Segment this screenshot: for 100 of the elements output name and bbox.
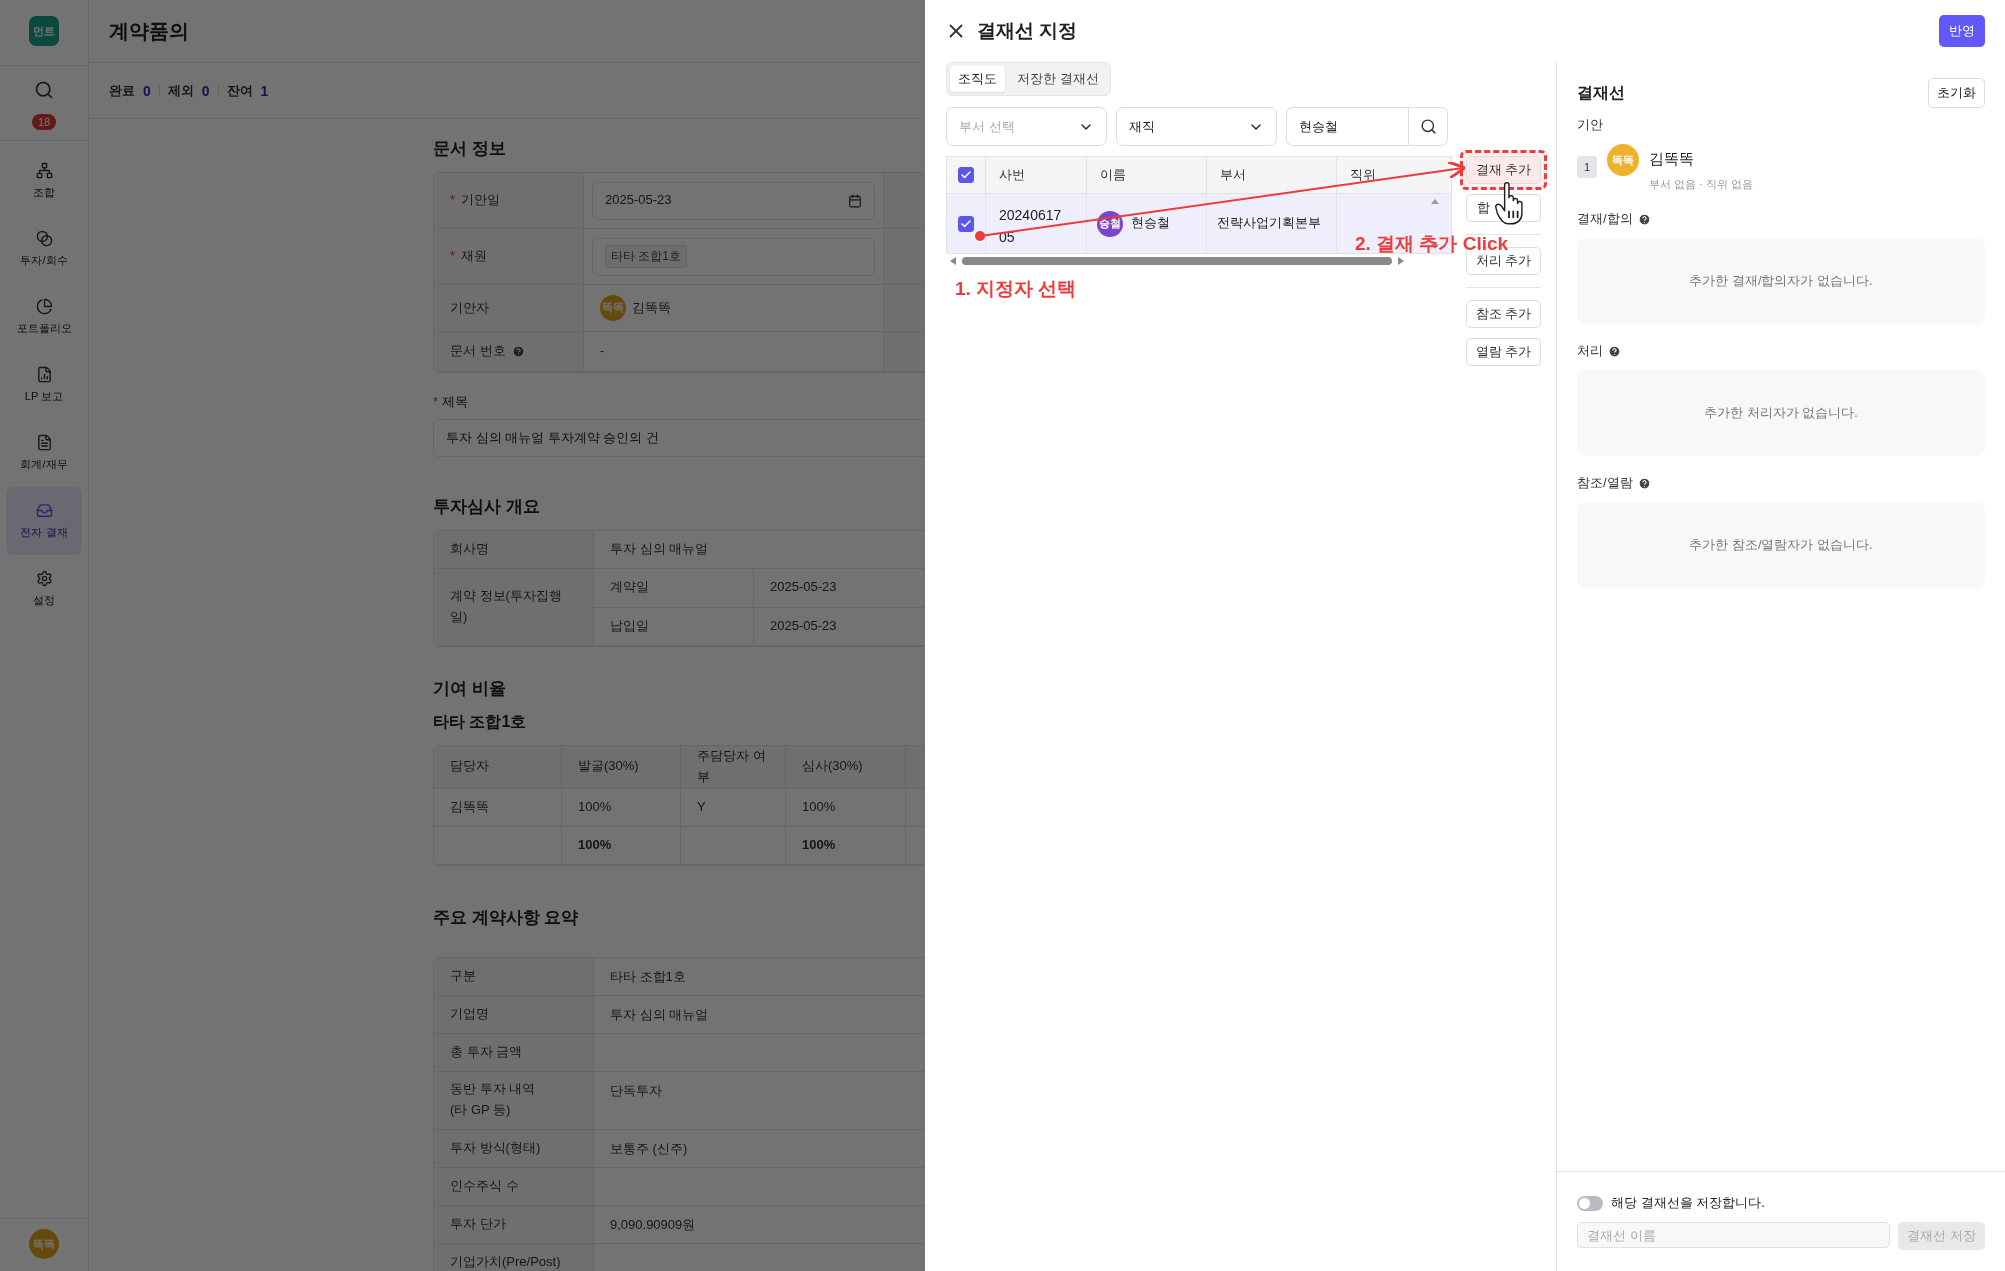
page-title: 계약품의 [109, 18, 189, 44]
apply-button[interactable]: 반영 [1939, 15, 1985, 47]
help-icon [1608, 344, 1621, 358]
summary-label: 제외 [167, 81, 194, 100]
person-name: 현승철 [1131, 215, 1170, 232]
fund-title: 타타 조합1호 [433, 712, 528, 732]
logo: 먼트 [29, 16, 59, 46]
nav-item[interactable]: 회계/재무 [6, 419, 82, 487]
field-label: 계약일 [594, 569, 754, 608]
person-name: 김똑똑 [632, 298, 671, 317]
check-icon [960, 217, 972, 230]
search-icon [1419, 118, 1437, 135]
summary-label: 완료 [109, 81, 135, 100]
search-button[interactable] [1408, 107, 1448, 146]
add-button[interactable]: 열람 추가 [1466, 338, 1541, 366]
field-label: 동반 투자 내역 (타 GP 등) [434, 1071, 594, 1130]
field-label: 투자 방식(형태) [434, 1129, 594, 1168]
toggle-switch[interactable] [1577, 1195, 1603, 1211]
section-label: 처리 [1577, 342, 1603, 360]
section-label: 결재/합의 [1577, 210, 1633, 228]
summary-count: 0 [143, 82, 151, 99]
section-label: 기안 [1577, 116, 1603, 134]
toggle-label: 해당 결재선을 저장합니다. [1611, 1194, 1765, 1212]
order-badge: 1 [1577, 156, 1597, 178]
department-select[interactable]: 부서 선택 [946, 107, 1107, 146]
summary-count: 1 [260, 82, 269, 99]
field-label: 투자 단가 [434, 1205, 594, 1244]
inbox-icon [35, 502, 53, 519]
drawer-title: 결재선 지정 [977, 19, 1079, 43]
label-text: 기안일 [461, 191, 501, 210]
column-header: 발굴(30%) [562, 746, 681, 789]
help-icon [511, 345, 525, 358]
checkbox[interactable] [958, 167, 974, 183]
table-cell: 100% [786, 826, 906, 865]
nav-label: 회계/재무 [20, 457, 68, 472]
table-cell: 김똑똑 [434, 788, 562, 827]
section-label: 참조/열람 [1577, 474, 1633, 492]
column-header: 주담당자 여부 [681, 746, 786, 789]
panel-title: 결재선 [1577, 82, 1625, 103]
field-label: 제목 [441, 394, 468, 409]
section-title: 주요 계약사항 요약 [433, 906, 580, 929]
calendar-icon [848, 193, 862, 208]
circles-icon [35, 230, 53, 247]
help-icon [1637, 212, 1651, 226]
chart-document-icon [35, 366, 53, 383]
table-cell: 100% [562, 826, 681, 865]
add-button[interactable]: 결재 추가 [1466, 156, 1541, 184]
required-mark: * [450, 191, 456, 210]
section-title: 기여 비율 [433, 678, 507, 700]
network-icon [35, 162, 53, 179]
tab[interactable]: 조직도 [950, 66, 1005, 92]
field-label: 회사명 [434, 531, 594, 569]
nav-item[interactable]: 설정 [6, 555, 82, 623]
table-cell: 전략사업기획본부 [1207, 194, 1337, 254]
field-label: 기업가치(Pre/Post) [434, 1243, 594, 1271]
empty-state: 추가한 처리자가 없습니다. [1577, 370, 1985, 456]
column-header: 부서 [1207, 156, 1337, 194]
checkbox[interactable] [958, 215, 974, 232]
column-header: 이름 [1087, 156, 1207, 194]
nav-item[interactable]: LP 보고 [6, 351, 82, 419]
nav-item[interactable]: 조합 [6, 147, 82, 215]
nav-item[interactable]: 전자 결재 [6, 487, 82, 555]
subject-field[interactable]: 투자 심의 매뉴얼 투자계약 승인의 건 [433, 419, 925, 457]
fund-field[interactable]: 타타 조합1호 [592, 237, 875, 276]
document-icon [35, 434, 53, 451]
field-label: 납입일 [594, 607, 754, 646]
required-mark: * [450, 247, 456, 266]
nav-label: 조합 [33, 185, 55, 200]
field-label: 인수주식 수 [434, 1167, 594, 1206]
table-cell: Y [681, 788, 786, 827]
nav-label: 투자/회수 [20, 253, 68, 268]
nav-item[interactable]: 포트폴리오 [6, 283, 82, 351]
nav-item[interactable]: 투자/회수 [6, 215, 82, 283]
search-field[interactable]: 현승철 [1286, 107, 1408, 146]
column-header: 사번 [986, 156, 1087, 194]
required-mark: * [433, 394, 439, 409]
tab[interactable]: 저장한 결재선 [1009, 66, 1107, 92]
notification-badge[interactable]: 18 [31, 114, 57, 130]
person-name: 김똑똑 [1649, 150, 1695, 169]
summary-label: 잔여 [226, 81, 253, 100]
field-label: 기업명 [434, 995, 594, 1034]
pie-chart-icon [35, 298, 53, 315]
date-field[interactable]: 2025-05-23 [592, 181, 875, 220]
reset-button[interactable]: 초기화 [1928, 78, 1985, 108]
column-header: 담당자 [434, 746, 562, 789]
add-button[interactable]: 참조 추가 [1466, 300, 1541, 328]
input-field[interactable]: 결재선 이름 [1577, 1222, 1891, 1248]
person-avatar: 승철 [1097, 210, 1123, 237]
status-select[interactable]: 재직 [1116, 107, 1277, 146]
section-title: 문서 정보 [433, 138, 507, 160]
field-label: 구분 [434, 957, 594, 996]
nav-label: 전자 결재 [20, 525, 68, 540]
nav-label: LP 보고 [24, 389, 64, 404]
help-icon [1637, 476, 1651, 490]
table-cell: 100% [786, 788, 906, 827]
person-meta: 부서 없음 · 직위 없음 [1649, 177, 1753, 192]
label-text: 재원 [461, 247, 488, 266]
search-icon[interactable] [34, 80, 54, 100]
person-avatar: 똑똑 [600, 295, 626, 321]
empty-state: 추가한 결재/합의자가 없습니다. [1577, 238, 1985, 324]
